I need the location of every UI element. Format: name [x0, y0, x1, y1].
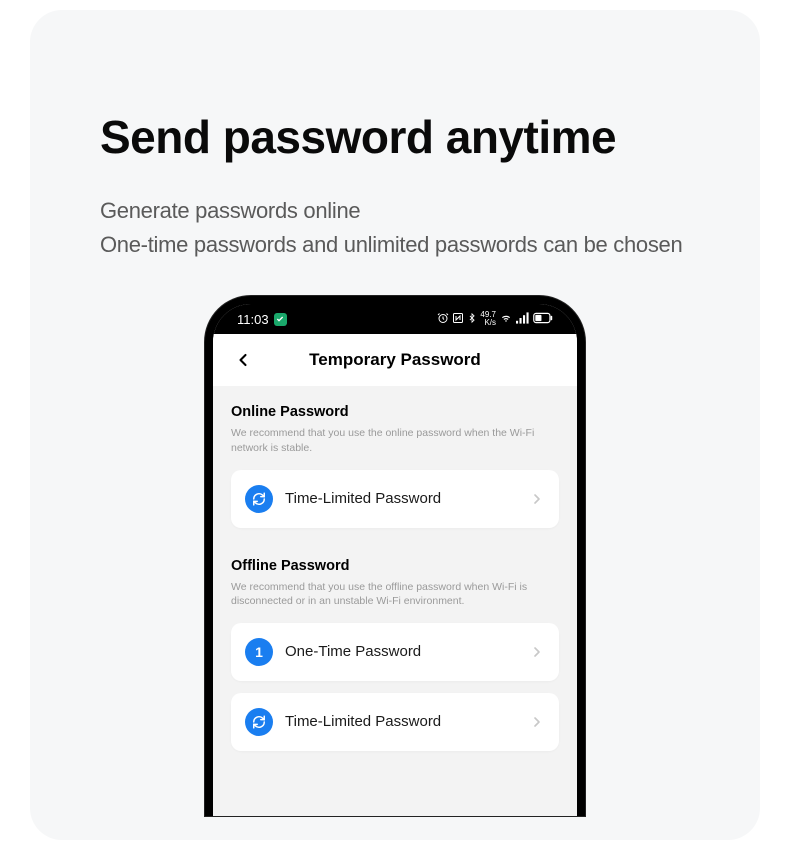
phone-frame: 11:03 [205, 296, 585, 816]
status-icons: 49.7 K/s [437, 311, 553, 327]
app-header: Temporary Password [213, 334, 577, 386]
time-limited-password-option[interactable]: Time-Limited Password [231, 470, 559, 528]
chevron-right-icon [529, 644, 545, 660]
app-indicator-icon [274, 313, 287, 326]
one-time-password-option[interactable]: 1 One-Time Password [231, 623, 559, 681]
option-label: Time-Limited Password [285, 713, 517, 730]
back-button[interactable] [231, 348, 255, 372]
section-title: Offline Password [231, 558, 559, 574]
offline-password-section: Offline Password We recommend that you u… [213, 540, 577, 751]
status-time: 11:03 [237, 312, 269, 327]
option-label: Time-Limited Password [285, 490, 517, 507]
network-speed: 49.7 K/s [480, 311, 496, 327]
option-label: One-Time Password [285, 643, 517, 660]
section-desc: We recommend that you use the offline pa… [231, 580, 559, 609]
chevron-right-icon [529, 714, 545, 730]
feature-card: Send password anytime Generate passwords… [30, 10, 760, 840]
heading: Send password anytime [30, 10, 760, 164]
subheading: Generate passwords online One-time passw… [30, 164, 760, 262]
app-title: Temporary Password [231, 350, 559, 370]
nfc-icon [452, 312, 464, 327]
subheading-line2: One-time passwords and unlimited passwor… [100, 228, 690, 262]
signal-icon [516, 312, 530, 327]
online-password-section: Online Password We recommend that you us… [213, 386, 577, 527]
battery-icon [533, 312, 553, 327]
section-desc: We recommend that you use the online pas… [231, 426, 559, 455]
alarm-icon [437, 312, 449, 327]
time-limited-password-option-offline[interactable]: Time-Limited Password [231, 693, 559, 751]
sync-icon [245, 708, 273, 736]
wifi-icon [499, 312, 513, 327]
chevron-right-icon [529, 491, 545, 507]
status-bar: 11:03 [213, 304, 577, 334]
sync-icon [245, 485, 273, 513]
chevron-left-icon [233, 350, 253, 370]
bluetooth-icon [467, 312, 477, 327]
phone-screen: 11:03 [213, 304, 577, 816]
number-one-icon: 1 [245, 638, 273, 666]
subheading-line1: Generate passwords online [100, 194, 690, 228]
section-title: Online Password [231, 404, 559, 420]
